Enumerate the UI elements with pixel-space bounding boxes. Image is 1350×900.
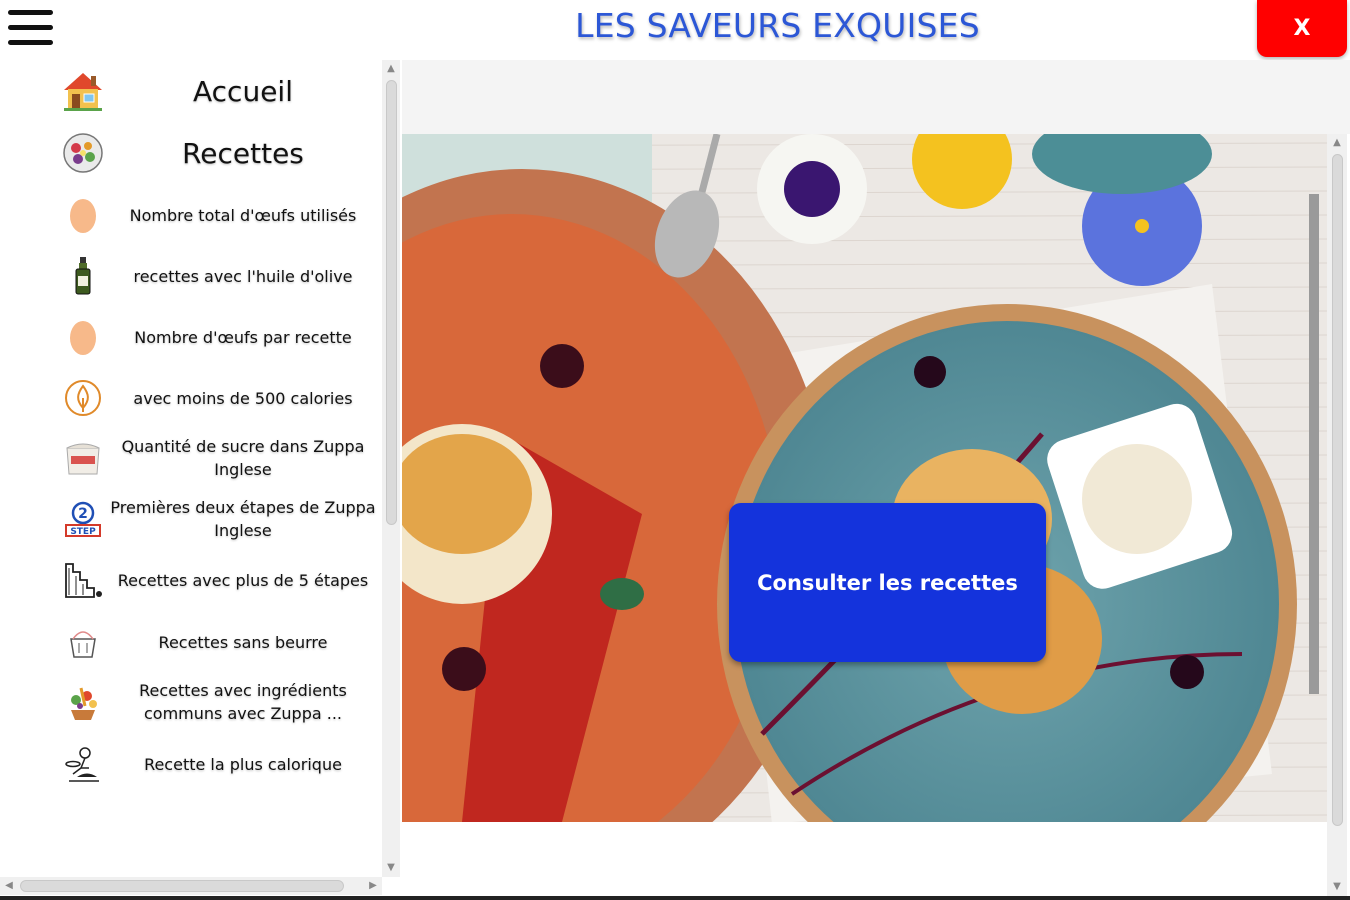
scroll-thumb[interactable] xyxy=(1332,154,1343,826)
main-vertical-scrollbar[interactable]: ▲ ▼ xyxy=(1327,134,1347,896)
olive-oil-bottle-icon xyxy=(60,253,106,299)
app-title: LES SAVEURS EXQUISES xyxy=(575,6,980,45)
sidebar-item-total-eggs[interactable]: Nombre total d'œufs utilisés xyxy=(60,192,380,238)
sidebar-item-most-caloric[interactable]: Recette la plus calorique xyxy=(60,741,380,787)
sidebar-item-label: Accueil xyxy=(193,74,293,108)
egg-icon xyxy=(60,192,106,238)
scroll-up-icon[interactable]: ▲ xyxy=(1327,134,1347,152)
chef-icon xyxy=(60,741,106,787)
hamburger-menu-icon[interactable] xyxy=(8,10,53,48)
sugar-bag-icon xyxy=(60,435,106,481)
sidebar-vertical-scrollbar[interactable]: ▲ ▼ xyxy=(382,60,400,877)
sidebar-item-low-calories[interactable]: avec moins de 500 calories xyxy=(60,375,380,421)
sidebar-item-no-butter[interactable]: Recettes sans beurre xyxy=(60,619,380,665)
close-button[interactable]: X xyxy=(1257,0,1347,57)
stairs-icon xyxy=(60,557,106,603)
sidebar-item-label: Recettes avec plus de 5 étapes xyxy=(117,570,369,590)
egg-icon xyxy=(60,314,106,360)
svg-text:STEP: STEP xyxy=(70,527,96,537)
scroll-up-icon[interactable]: ▲ xyxy=(382,60,400,78)
sidebar-item-label: recettes avec l'huile d'olive xyxy=(133,266,353,286)
sidebar-item-label: Quantité de sucre dans Zuppa Inglese xyxy=(121,437,365,479)
sidebar-item-label: Nombre total d'œufs utilisés xyxy=(129,205,357,225)
scroll-left-icon[interactable]: ◀ xyxy=(0,877,18,895)
consult-recipes-button[interactable]: Consulter les recettes xyxy=(729,503,1046,662)
sidebar-item-label: avec moins de 500 calories xyxy=(133,388,353,408)
salad-bowl-icon xyxy=(60,130,106,176)
scroll-thumb[interactable] xyxy=(20,880,344,892)
sidebar-item-label: Recettes sans beurre xyxy=(158,632,328,652)
sidebar-item-common-ingredients[interactable]: Recettes avec ingrédients communs avec Z… xyxy=(60,677,380,727)
scroll-right-icon[interactable]: ▶ xyxy=(364,877,382,895)
calorie-flame-icon xyxy=(60,375,106,421)
sidebar-item-label: Nombre d'œufs par recette xyxy=(134,327,352,347)
sidebar-item-label: Premières deux étapes de Zuppa Inglese xyxy=(110,498,376,540)
sidebar-item-olive-oil[interactable]: recettes avec l'huile d'olive xyxy=(60,253,380,299)
house-icon xyxy=(60,68,106,114)
sidebar-item-accueil[interactable]: Accueil xyxy=(60,68,380,114)
sidebar-item-many-steps[interactable]: Recettes avec plus de 5 étapes xyxy=(60,555,380,605)
top-band xyxy=(402,60,1350,134)
sidebar-item-recettes[interactable]: Recettes xyxy=(60,130,380,176)
sidebar-item-sugar[interactable]: Quantité de sucre dans Zuppa Inglese xyxy=(60,433,380,483)
hero-food-image xyxy=(402,134,1327,822)
sidebar-item-first-steps[interactable]: 2 STEP Premières deux étapes de Zuppa In… xyxy=(60,494,380,544)
sidebar-item-label: Recette la plus calorique xyxy=(144,754,342,774)
sidebar-horizontal-scrollbar[interactable]: ◀ ▶ xyxy=(0,877,382,895)
two-step-icon: 2 STEP xyxy=(60,496,106,542)
ingredients-icon xyxy=(60,679,106,725)
sidebar-item-label: Recettes xyxy=(182,136,304,170)
scroll-thumb[interactable] xyxy=(386,80,397,525)
scroll-down-icon[interactable]: ▼ xyxy=(1327,878,1347,896)
svg-text:2: 2 xyxy=(78,506,88,522)
sidebar-item-label: Recettes avec ingrédients communs avec Z… xyxy=(139,681,347,723)
scroll-down-icon[interactable]: ▼ xyxy=(382,859,400,877)
sidebar-item-eggs-per-recipe[interactable]: Nombre d'œufs par recette xyxy=(60,314,380,360)
window-bottom-border xyxy=(0,896,1350,900)
no-butter-icon xyxy=(60,619,106,665)
